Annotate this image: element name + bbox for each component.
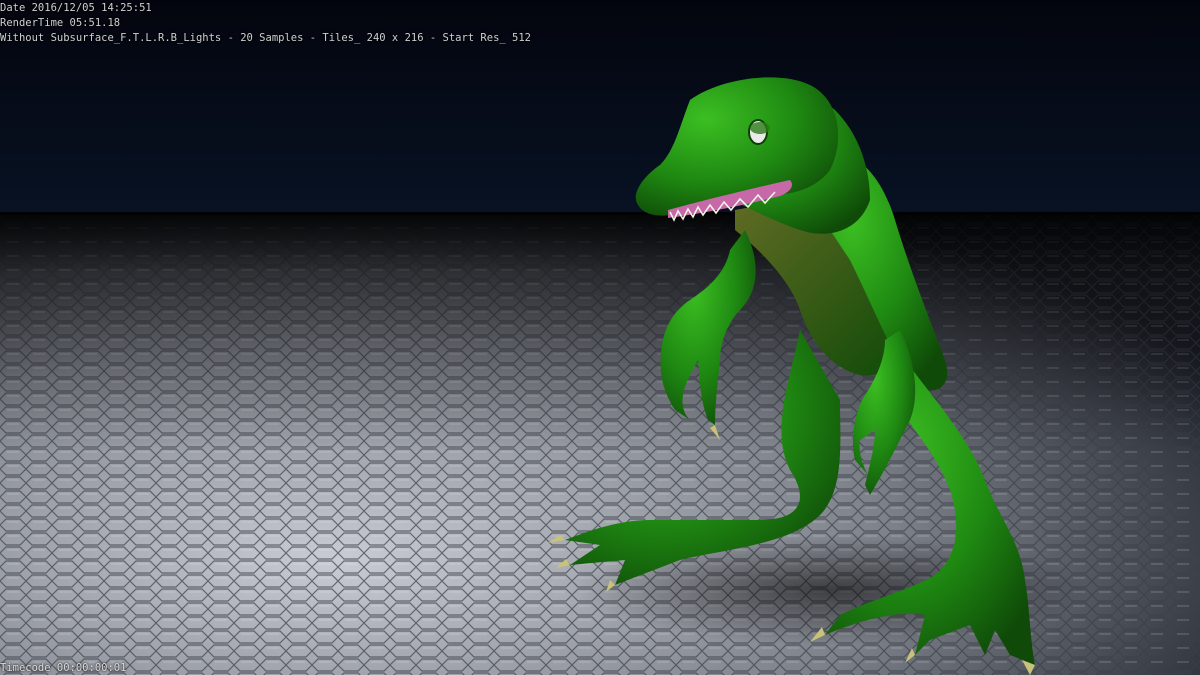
floor-depth-fade [0, 212, 1200, 452]
creature-eye-lid [750, 122, 770, 134]
render-image [0, 0, 1200, 675]
render-settings-note: Without Subsurface_F.T.L.R.B_Lights - 20… [0, 32, 532, 44]
render-viewport: Date 2016/12/05 14:25:51 RenderTime 05:5… [0, 0, 1200, 675]
render-timecode: Timecode 00:00:00:01 [0, 662, 127, 674]
render-time-stamp: RenderTime 05:51.18 [0, 17, 121, 29]
render-date-stamp: Date 2016/12/05 14:25:51 [0, 2, 152, 14]
